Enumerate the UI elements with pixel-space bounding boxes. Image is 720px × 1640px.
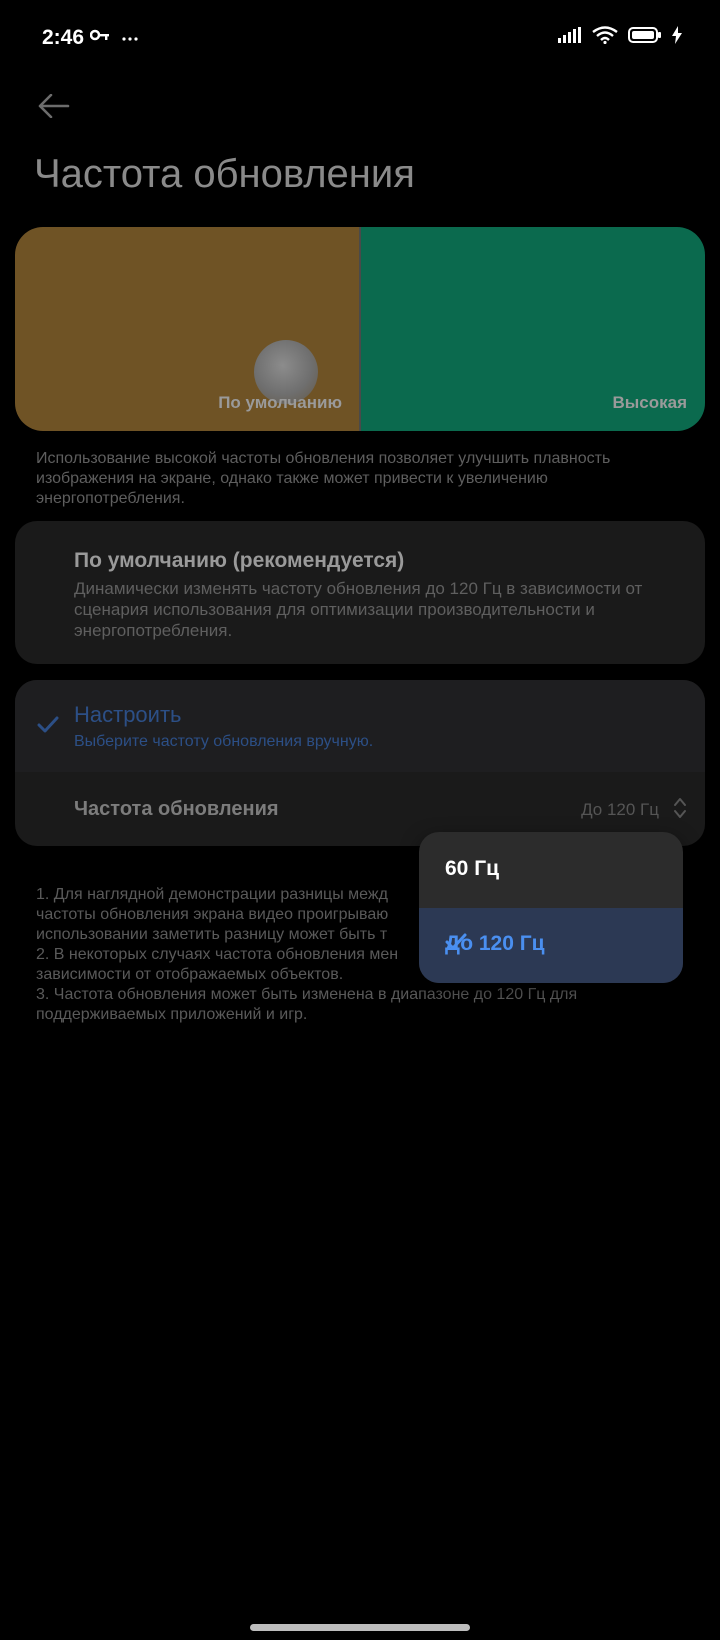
note-line: поддерживаемых приложений и игр. — [36, 1006, 308, 1023]
description: Использование высокой частоты обновления… — [36, 450, 611, 507]
option-custom-title: Настроить — [74, 702, 182, 727]
wifi-icon — [592, 26, 618, 49]
back-button[interactable] — [34, 86, 74, 126]
checkmark-icon — [37, 716, 59, 739]
option-default-title: По умолчанию (рекомендуется) — [74, 549, 405, 572]
charging-icon — [672, 26, 682, 49]
battery-icon — [628, 26, 662, 49]
dropdown-option-label: 60 Гц — [445, 857, 500, 880]
up-down-chevron-icon — [673, 796, 687, 825]
refresh-rate-value: До 120 Гц — [581, 800, 659, 819]
key-icon — [89, 28, 110, 46]
home-indicator[interactable] — [250, 1624, 470, 1631]
note-line: 3. Частота обновления может быть изменен… — [36, 986, 578, 1003]
back-arrow-icon — [38, 94, 70, 118]
status-time: 2:46 — [42, 26, 85, 49]
refresh-rate-dropdown: 60 Гц До 120 Гц — [419, 832, 683, 983]
preview-high-pane: Высокая — [360, 227, 705, 431]
preview-default-pane: По умолчанию — [15, 227, 360, 431]
option-default-subtitle: Динамически изменять частоту обновления … — [74, 579, 643, 640]
dropdown-option-60hz[interactable]: 60 Гц — [419, 832, 683, 908]
preview-divider — [359, 227, 361, 431]
more-dots-icon — [122, 28, 138, 46]
dropdown-option-120hz[interactable]: До 120 Гц — [419, 908, 683, 983]
preview-default-label: По умолчанию — [218, 393, 342, 412]
preview-high-label: Высокая — [612, 393, 687, 412]
refresh-rate-preview[interactable]: По умолчанию Высокая — [15, 227, 705, 431]
page-title: Частота обновления — [34, 152, 415, 196]
option-custom-subtitle: Выберите частоту обновления вручную. — [74, 733, 374, 750]
refresh-rate-label: Частота обновления — [74, 798, 279, 820]
signal-icon — [558, 27, 582, 48]
option-custom-card: Настроить Выберите частоту обновления вр… — [15, 680, 705, 846]
option-custom-row[interactable]: Настроить Выберите частоту обновления вр… — [15, 680, 705, 772]
option-default-card[interactable]: По умолчанию (рекомендуется) Динамически… — [15, 521, 705, 664]
status-right-icons — [558, 26, 682, 49]
status-left-icons — [89, 28, 138, 46]
selected-check-icon — [445, 933, 657, 957]
